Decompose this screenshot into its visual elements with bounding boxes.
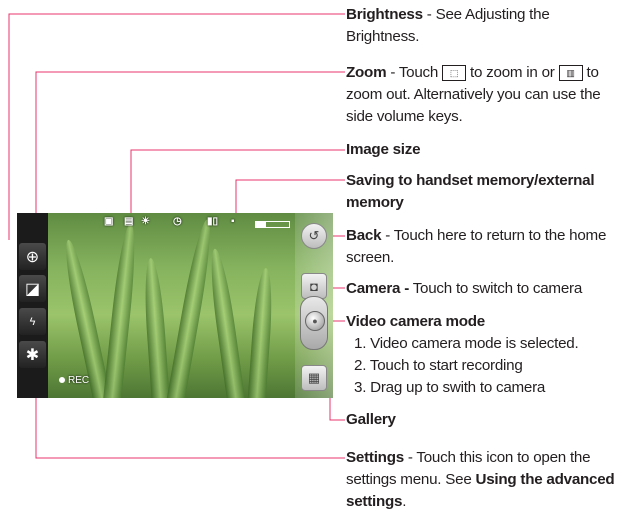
- image-size-line: [130, 149, 345, 221]
- zoom-out-box-icon: ▥: [558, 64, 583, 81]
- grass-blade: [59, 237, 113, 398]
- grass-blade: [205, 247, 247, 398]
- memory-bar: [255, 221, 290, 228]
- rec-dot-icon: [59, 377, 65, 383]
- video-step: 2. Touch to start recording: [354, 357, 523, 374]
- flash-off-icon[interactable]: ϟ: [19, 308, 46, 335]
- zoom-in-box-icon: ⬚: [442, 64, 467, 81]
- brightness-icon[interactable]: ◪: [19, 275, 46, 302]
- zoom-text-a: - Touch: [386, 64, 443, 81]
- video-step: 3. Drag up to swith to camera: [354, 379, 546, 396]
- memory-icon: ▪: [231, 216, 235, 227]
- image-size-icon: ▤: [124, 216, 134, 227]
- zoom-callout: Zoom - Touch ⬚ to zoom in or ▥ to zoom o…: [346, 62, 624, 128]
- grass-blade: [247, 267, 275, 398]
- timer-icon: ◷: [173, 216, 182, 227]
- grass-blade: [102, 222, 140, 398]
- back-text: - Touch here to return to the home scree…: [346, 227, 607, 266]
- image-size-callout: Image size: [346, 139, 616, 161]
- brightness-line: [8, 13, 345, 240]
- brightness-callout: Brightness - See Adjusting the Brightnes…: [346, 4, 621, 48]
- back-icon[interactable]: ↺: [301, 223, 327, 249]
- camera-text: Touch to switch to camera: [409, 280, 583, 297]
- left-toolbar: ⊕ ◪ ϟ ✱: [17, 213, 48, 398]
- zoom-label: Zoom: [346, 64, 387, 81]
- zoom-line: [35, 71, 345, 236]
- zoom-text-b: to zoom in or: [466, 64, 559, 81]
- settings-label: Settings: [346, 449, 404, 466]
- rec-label: REC: [68, 375, 90, 386]
- mode-switch[interactable]: ●: [300, 296, 328, 350]
- gallery-callout: Gallery: [346, 409, 616, 431]
- settings-text-b: .: [402, 493, 407, 510]
- rec-indicator: REC: [59, 375, 89, 386]
- video-mode-icon: ▣: [104, 216, 114, 227]
- image-size-label: Image size: [346, 141, 421, 158]
- camera-label: Camera -: [346, 280, 409, 297]
- record-icon[interactable]: ●: [305, 311, 325, 331]
- back-callout: Back - Touch here to return to the home …: [346, 225, 622, 269]
- video-mode-callout: Video camera mode 1. Video camera mode i…: [346, 311, 622, 399]
- grass-blade: [141, 257, 171, 398]
- grass-blade: [165, 217, 217, 398]
- back-label: Back: [346, 227, 382, 244]
- video-mode-steps: 1. Video camera mode is selected. 2. Tou…: [346, 333, 622, 399]
- camera-callout: Camera - Touch to switch to camera: [346, 278, 622, 300]
- saving-callout: Saving to handset memory/external memory: [346, 170, 616, 214]
- saving-label: Saving to handset memory/external memory: [346, 172, 595, 211]
- brightness-label: Brightness: [346, 6, 423, 23]
- video-mode-label: Video camera mode: [346, 313, 485, 330]
- gallery-label: Gallery: [346, 411, 396, 428]
- white-balance-icon: ☀: [141, 216, 150, 227]
- gallery-icon[interactable]: ▦: [301, 365, 327, 391]
- settings-gear-icon[interactable]: ✱: [19, 341, 46, 368]
- zoom-icon[interactable]: ⊕: [19, 243, 46, 270]
- video-step: 1. Video camera mode is selected.: [354, 335, 579, 352]
- settings-callout: Settings - Touch this icon to open the s…: [346, 447, 624, 513]
- battery-icon: ▮▯: [207, 216, 219, 227]
- right-toolbar: ↺ ◘ ● ▦: [295, 213, 333, 398]
- camera-viewfinder: ⊕ ◪ ϟ ✱ ▣ ▤ ☀ ◷ ▮▯ ▪ ↺ ◘ ● ▦ REC: [17, 213, 333, 398]
